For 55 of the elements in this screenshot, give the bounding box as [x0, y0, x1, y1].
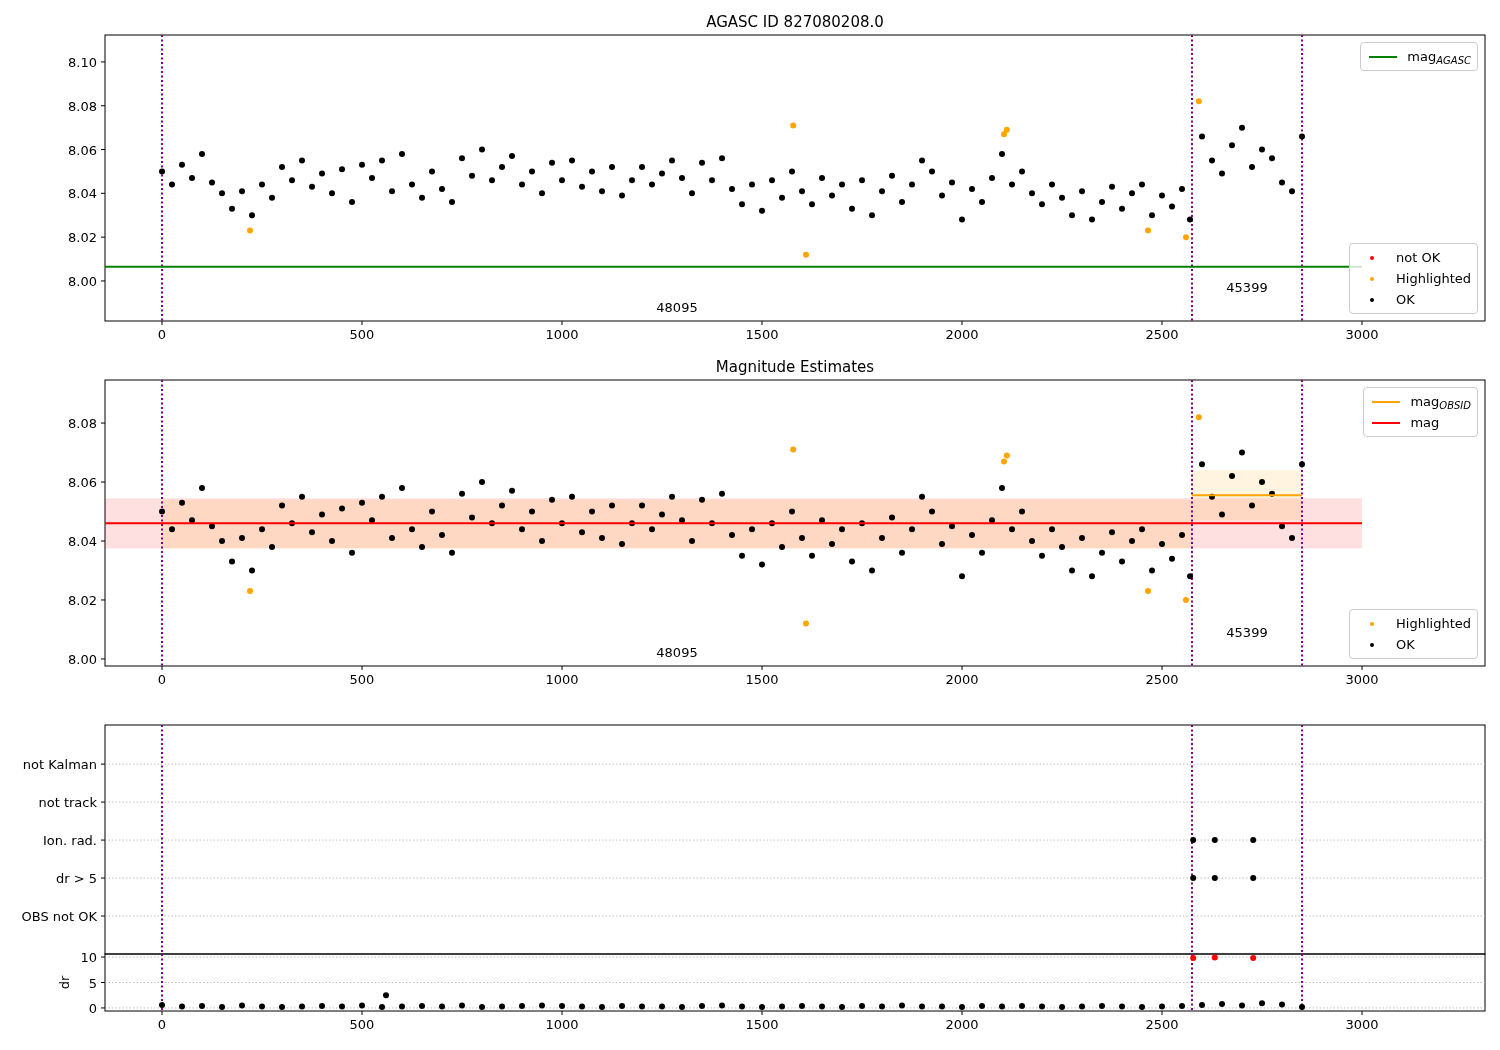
- tick-label: 3000: [1345, 672, 1379, 687]
- tick-label: 1500: [745, 327, 779, 342]
- tick-label: 8.02: [68, 230, 97, 246]
- obsid-label: 48095: [656, 645, 698, 660]
- tick-label: 8.08: [68, 416, 97, 432]
- legend-label: mag$_{OBSID}$: [1410, 393, 1471, 412]
- tick-label: 500: [349, 1017, 375, 1032]
- tick-label: 1500: [745, 672, 779, 687]
- obsid-label: 45399: [1226, 625, 1268, 640]
- tick-label: OBS not OK: [21, 909, 97, 924]
- tick-label: 10: [80, 950, 97, 966]
- tick-label: 1500: [745, 1017, 779, 1032]
- legend-label: not OK: [1396, 249, 1441, 267]
- legend-label: OK: [1396, 636, 1415, 654]
- chart-title: AGASC ID 827080208.0: [706, 13, 884, 31]
- tick-label: 2000: [945, 672, 979, 687]
- tick-label: 2500: [1145, 1017, 1179, 1032]
- tick-label: 1000: [545, 672, 579, 687]
- tick-label: 1000: [545, 1017, 579, 1032]
- tick-label: 0: [157, 672, 167, 687]
- obsid-label: 45399: [1226, 280, 1268, 295]
- tick-label: 8.10: [68, 54, 97, 70]
- tick-label: 2000: [945, 327, 979, 342]
- tick-label: 5: [88, 975, 97, 991]
- tick-label: not track: [38, 795, 97, 811]
- tick-label: not Kalman: [22, 757, 97, 773]
- tick-label: 0: [157, 327, 167, 342]
- tick-label: 0: [88, 1000, 97, 1016]
- legend-label: mag$_{AGASC}$: [1407, 48, 1471, 67]
- chart-title: Magnitude Estimates: [715, 358, 875, 376]
- axis-label: dr: [57, 975, 72, 990]
- tick-label: Ion. rad.: [43, 833, 97, 849]
- legend-label: Highlighted: [1396, 615, 1471, 633]
- tick-label: 8.02: [68, 592, 97, 608]
- tick-label: 8.04: [68, 534, 97, 549]
- tick-label: dr > 5: [55, 871, 97, 887]
- tick-label: 8.06: [68, 142, 97, 158]
- tick-label: 2000: [945, 1017, 979, 1032]
- obsid-label: 48095: [656, 300, 698, 315]
- tick-label: 500: [349, 327, 375, 342]
- legend-label: Highlighted: [1396, 270, 1471, 288]
- legend-label: OK: [1396, 291, 1415, 309]
- tick-label: 500: [349, 672, 375, 687]
- tick-label: 8.00: [68, 273, 97, 289]
- legend-label: mag: [1410, 414, 1440, 432]
- tick-label: 2500: [1145, 327, 1179, 342]
- tick-label: 3000: [1345, 327, 1379, 342]
- tick-label: 0: [157, 1017, 167, 1032]
- tick-label: 8.06: [68, 475, 97, 490]
- tick-label: 8.04: [68, 186, 97, 202]
- tick-label: 2500: [1145, 672, 1179, 687]
- tick-label: 8.08: [68, 98, 97, 114]
- tick-label: 3000: [1345, 1017, 1379, 1032]
- tick-label: 1000: [545, 327, 579, 342]
- tick-label: 8.00: [68, 651, 97, 667]
